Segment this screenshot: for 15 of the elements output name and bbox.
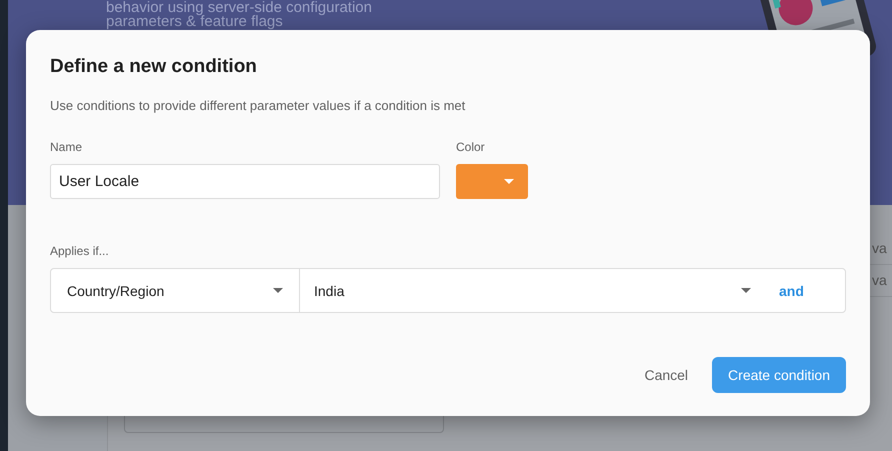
banner-text: behavior using server-side configuration [106, 1, 372, 15]
field-label: Color [456, 140, 485, 154]
caret-icon [741, 288, 751, 293]
attribute-dropdown[interactable]: Country/Region [51, 269, 300, 312]
field-label: Applies if... [50, 244, 109, 258]
caret-icon [273, 288, 283, 293]
caret-icon [504, 179, 514, 184]
value-dropdown[interactable]: India [300, 269, 751, 312]
banner-text: parameters & feature flags [106, 15, 284, 29]
cancel-button[interactable]: Cancel [642, 367, 690, 383]
color-picker[interactable] [456, 164, 528, 199]
dialog-description: Use conditions to provide different parameter values if a condition is met [50, 98, 466, 113]
name-field[interactable]: User Locale [50, 164, 440, 199]
dialog-title: Define a new condition [50, 56, 257, 78]
field-label: Name [50, 140, 82, 154]
